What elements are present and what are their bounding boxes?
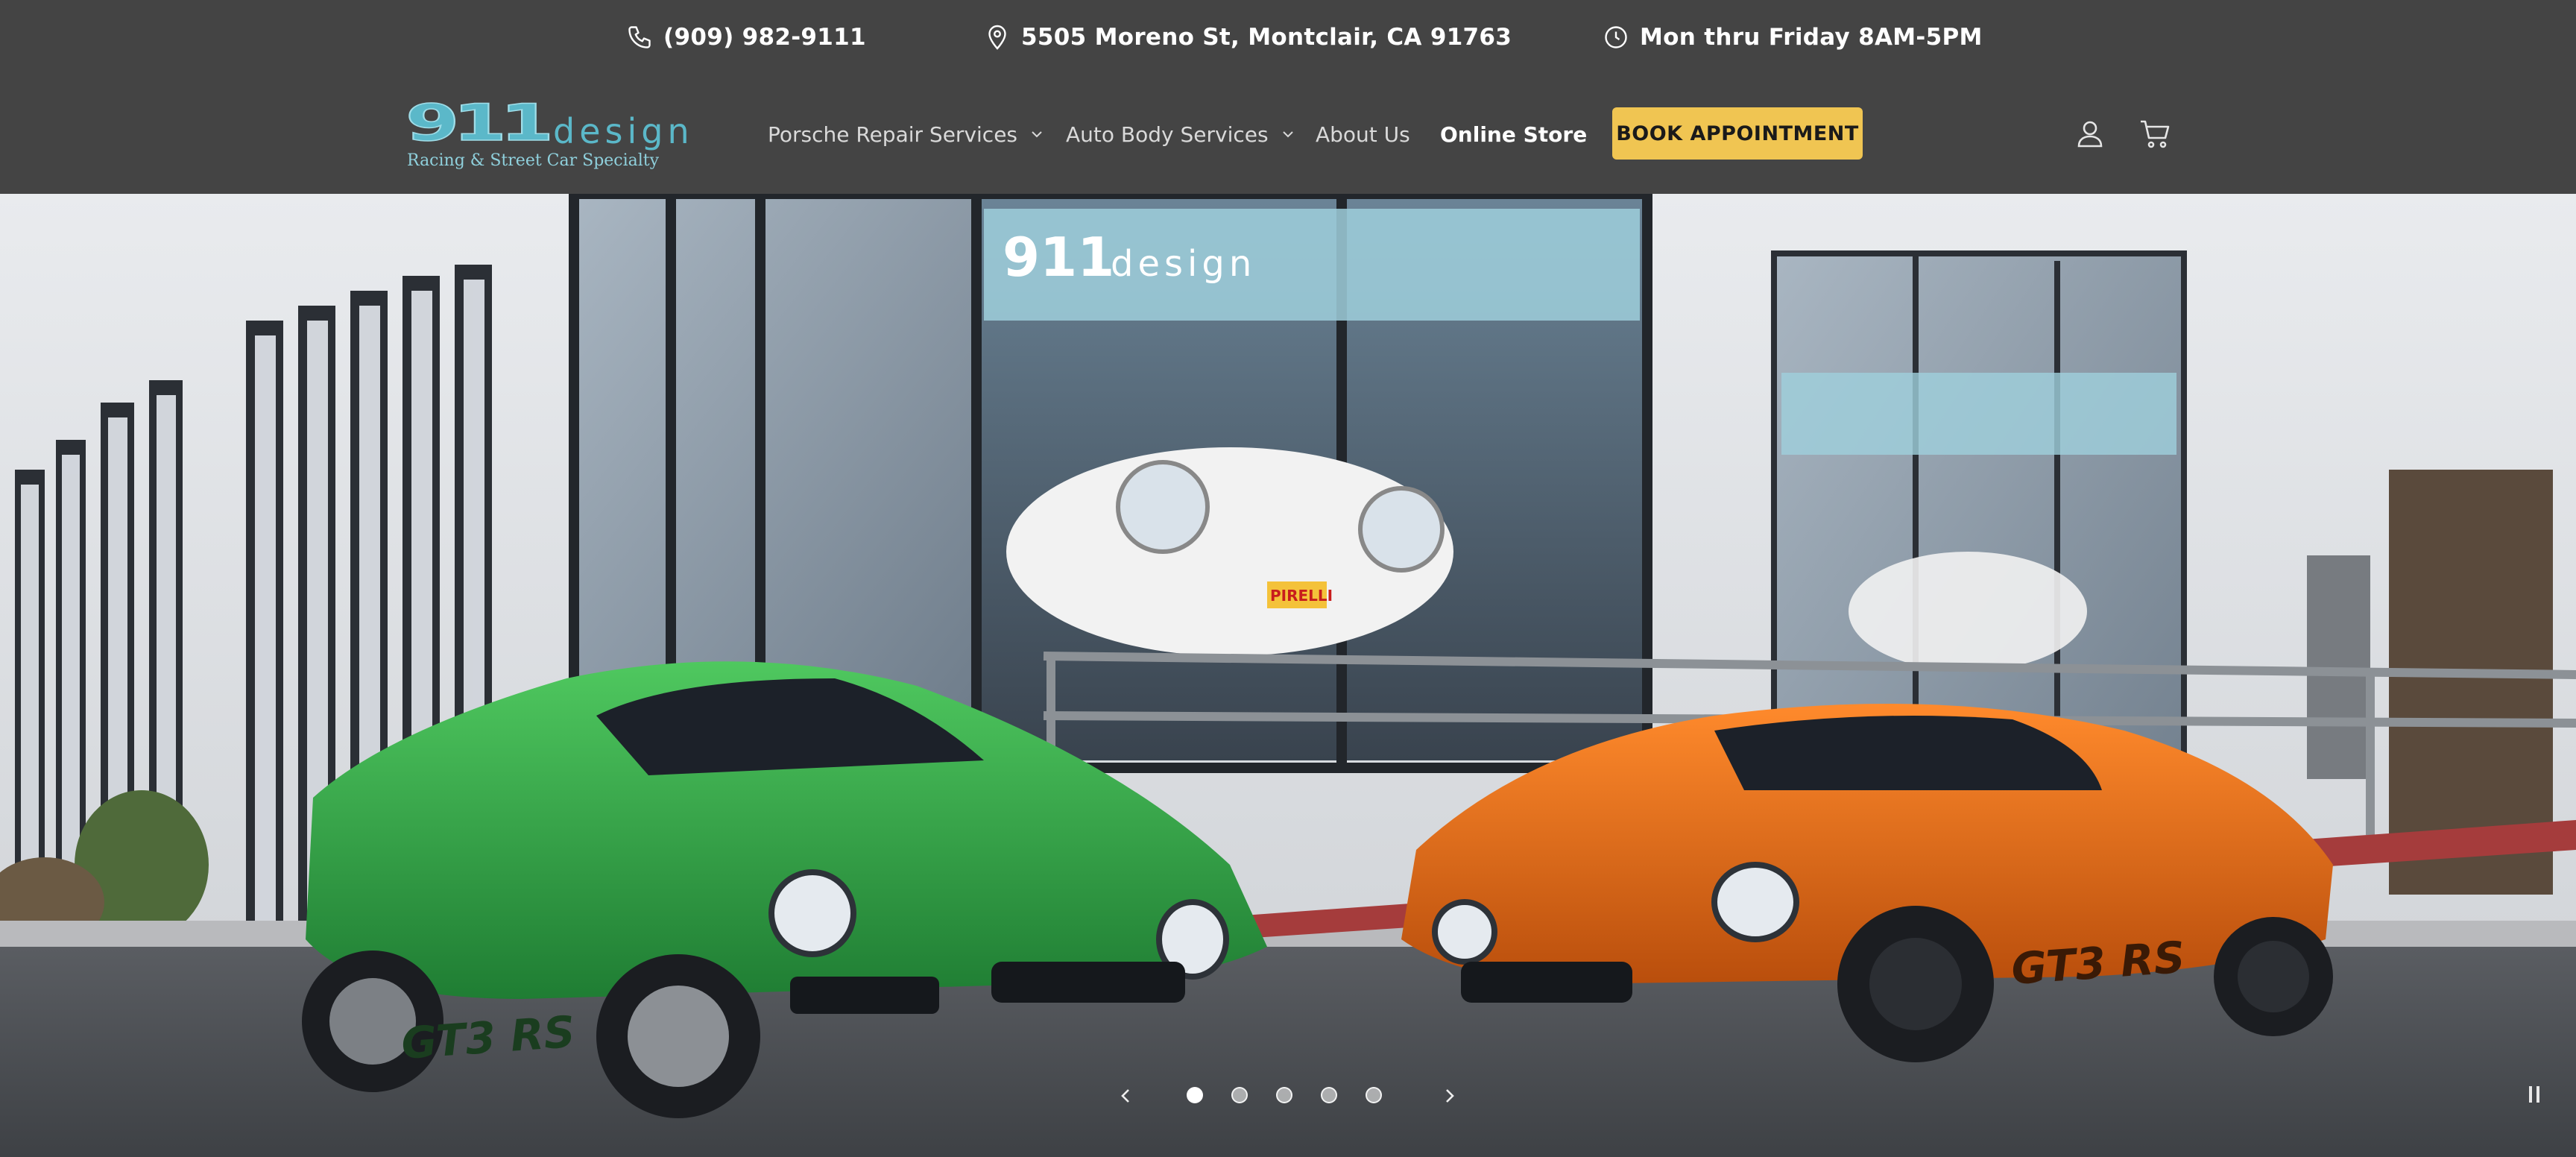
nav-online-store[interactable]: Online Store (1440, 118, 1587, 151)
nav-label: Auto Body Services (1066, 122, 1269, 147)
slide-dots (1187, 1087, 1382, 1103)
top-info-bar: (909) 982-9111 5505 Moreno St, Montclair… (0, 0, 2576, 75)
slide-dot-2[interactable] (1231, 1087, 1248, 1103)
pause-icon (2536, 1086, 2539, 1103)
hours-text: Mon thru Friday 8AM-5PM (1640, 24, 1983, 51)
chevron-down-icon (1282, 131, 1293, 138)
pause-button[interactable] (2523, 1079, 2545, 1109)
cart-icon[interactable] (2136, 115, 2175, 154)
nav-label: Online Store (1440, 122, 1588, 147)
chevron-right-icon[interactable] (1435, 1081, 1465, 1111)
banner-brand: PIRELLI (1270, 587, 1333, 605)
logo-word: design (553, 111, 694, 151)
slideshow-controls (0, 1059, 2576, 1133)
phone-icon (628, 26, 651, 48)
banner-logo-word: design (1111, 243, 1256, 285)
pause-icon (2529, 1086, 2532, 1103)
hero-image: 911 design PIRELLI GT3 RS GT3 RS (0, 194, 2576, 1157)
nav-label: Porsche Repair Services (768, 122, 1018, 147)
phone-number: (909) 982-9111 (663, 24, 866, 51)
banner-logo-mark: 911 (1003, 226, 1114, 289)
slide-dot-5[interactable] (1366, 1087, 1382, 1103)
slide-dot-3[interactable] (1276, 1087, 1292, 1103)
clock-icon (1605, 26, 1627, 48)
phone-info[interactable]: (909) 982-9111 (626, 21, 866, 54)
hero-slideshow: 911 design PIRELLI GT3 RS GT3 RS (0, 194, 2576, 1157)
address-text: 5505 Moreno St, Montclair, CA 91763 (1021, 24, 1512, 51)
chevron-left-icon[interactable] (1111, 1081, 1140, 1111)
logo-tagline: Racing & Street Car Specialty (407, 151, 660, 170)
account-icon[interactable] (2071, 115, 2109, 154)
chevron-down-icon (1032, 131, 1042, 138)
logo-mark: 911 (405, 97, 549, 153)
hours-info: Mon thru Friday 8AM-5PM (1603, 21, 1983, 54)
site-logo[interactable]: 911 design Racing & Street Car Specialty (405, 97, 719, 171)
book-appointment-button[interactable]: BOOK APPOINTMENT (1612, 107, 1863, 160)
address-info[interactable]: 5505 Moreno St, Montclair, CA 91763 (984, 21, 1512, 54)
nav-about-us[interactable]: About Us (1316, 118, 1410, 151)
slide-dot-1[interactable] (1187, 1087, 1203, 1103)
location-pin-icon (988, 25, 1006, 50)
nav-auto-body-services[interactable]: Auto Body Services (1066, 118, 1295, 151)
site-header: 911 design Racing & Street Car Specialty… (0, 75, 2576, 194)
nav-porsche-repair-services[interactable]: Porsche Repair Services (768, 118, 1044, 151)
nav-label: About Us (1316, 122, 1410, 147)
slide-dot-4[interactable] (1321, 1087, 1337, 1103)
